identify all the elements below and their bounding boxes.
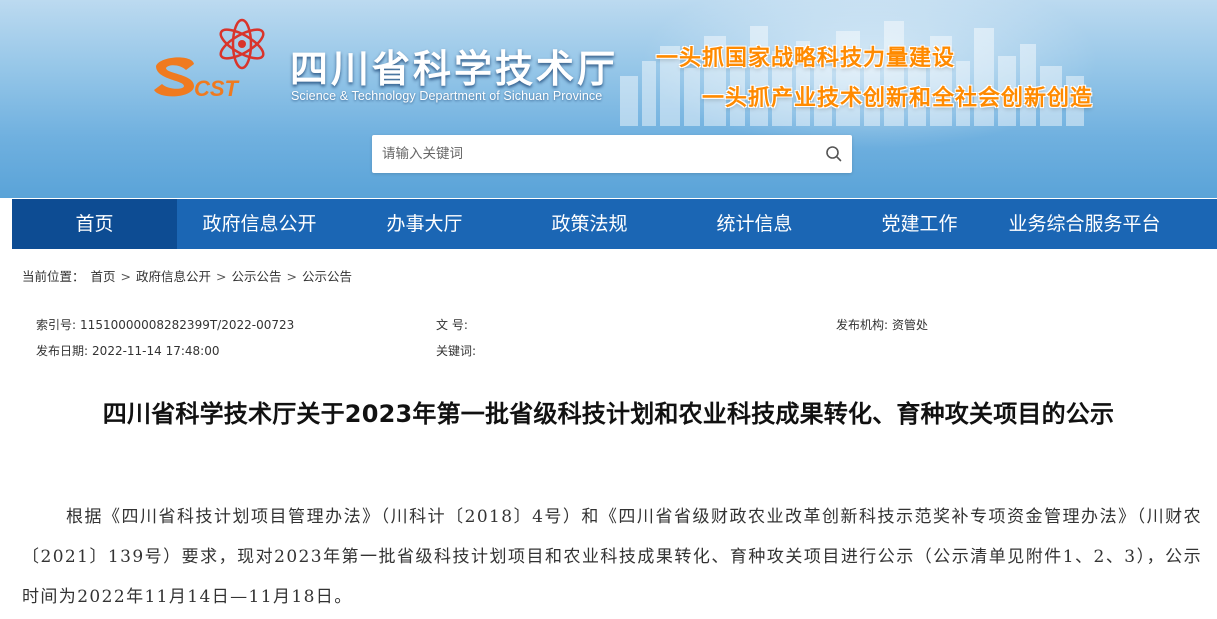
nav-service-platform[interactable]: 业务综合服务平台	[1002, 199, 1167, 249]
nav-party[interactable]: 党建工作	[837, 199, 1002, 249]
logo-text: CST	[194, 76, 240, 101]
meta-publisher-value: 资管处	[892, 318, 929, 332]
site-subtitle: Science & Technology Department of Sichu…	[291, 89, 603, 103]
search-icon[interactable]	[824, 144, 844, 164]
meta-publisher: 发布机构: 资管处	[836, 316, 928, 333]
meta-date-label: 发布日期:	[36, 344, 89, 358]
slogan-line-1: 一头抓国家战略科技力量建设	[656, 46, 956, 71]
breadcrumb-gov-info[interactable]: 政府信息公开	[136, 269, 211, 284]
search-box	[372, 135, 852, 173]
breadcrumb-notice[interactable]: 公示公告	[232, 269, 282, 284]
header-banner: CST 四川省科学技术厅 Science & Technology Depart…	[0, 0, 1217, 198]
article-title: 四川省科学技术厅关于2023年第一批省级科技计划和农业科技成果转化、育种攻关项目…	[102, 400, 1115, 428]
meta-index-label: 索引号:	[36, 318, 77, 332]
main-nav: 首页 政府信息公开 办事大厅 政策法规 统计信息 党建工作 业务综合服务平台	[12, 199, 1217, 249]
breadcrumb-home[interactable]: 首页	[91, 269, 116, 284]
meta-doc-no: 文 号:	[436, 316, 472, 333]
meta-keywords: 关键词:	[436, 342, 480, 359]
site-title: 四川省科学技术厅	[290, 47, 619, 91]
article-paragraph: 根据《四川省科技计划项目管理办法》（川科计〔2018〕4号）和《四川省省级财政农…	[22, 507, 1202, 607]
slogan-line-2: 一头抓产业技术创新和全社会创新创造	[702, 86, 1094, 111]
search-input[interactable]	[372, 135, 812, 173]
meta-keywords-label: 关键词:	[436, 344, 477, 358]
meta-date: 发布日期: 2022-11-14 17:48:00	[36, 342, 220, 359]
breadcrumb-separator: >	[120, 269, 131, 284]
meta-doc-no-label: 文 号:	[436, 318, 468, 332]
breadcrumb-notice-current[interactable]: 公示公告	[302, 269, 352, 284]
nav-service-hall[interactable]: 办事大厅	[342, 199, 507, 249]
meta-index: 索引号: 11510000008282399T/2022-00723	[36, 316, 294, 333]
scst-logo: CST	[154, 18, 265, 101]
meta-publisher-label: 发布机构:	[836, 318, 889, 332]
breadcrumb-separator: >	[216, 269, 227, 284]
breadcrumb-prefix: 当前位置：	[22, 269, 85, 284]
meta-date-value: 2022-11-14 17:48:00	[92, 344, 220, 358]
breadcrumb: 当前位置： 首页 > 政府信息公开 > 公示公告 > 公示公告	[22, 266, 352, 285]
nav-policy[interactable]: 政策法规	[507, 199, 672, 249]
nav-home[interactable]: 首页	[12, 199, 177, 249]
nav-statistics[interactable]: 统计信息	[672, 199, 837, 249]
nav-gov-info[interactable]: 政府信息公开	[177, 199, 342, 249]
breadcrumb-separator: >	[286, 269, 297, 284]
meta-index-value: 11510000008282399T/2022-00723	[80, 318, 295, 332]
